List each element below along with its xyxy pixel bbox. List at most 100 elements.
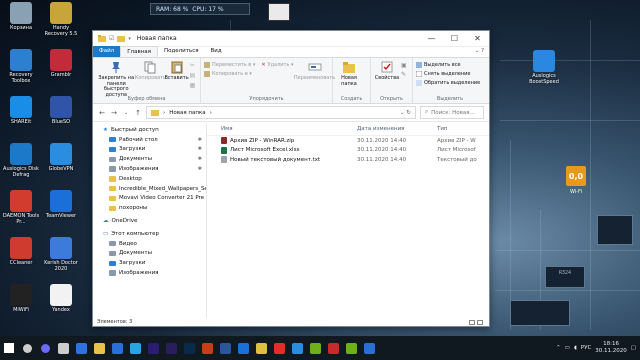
address-path-field[interactable]: › Новая папка › ⌄ ↻ xyxy=(146,106,416,119)
taskbar-powerpoint-button[interactable] xyxy=(198,336,216,360)
recent-chevron-icon[interactable]: ⌄ xyxy=(122,110,130,116)
desktop-icon[interactable]: Gramblr xyxy=(42,49,80,89)
tab-share[interactable]: Поделиться xyxy=(158,46,205,57)
taskbar-app-blue-button[interactable] xyxy=(108,336,126,360)
minimize-button[interactable]: — xyxy=(420,31,443,47)
select-none-button[interactable]: Снять выделение xyxy=(416,69,484,78)
path-segment[interactable]: Новая папка xyxy=(169,110,205,116)
taskbar-torrent-button[interactable] xyxy=(342,336,360,360)
taskbar-acrobat-button[interactable] xyxy=(324,336,342,360)
file-row[interactable]: Лист Microsoft Excel.xlsx 30.11.2020 14:4… xyxy=(207,146,489,156)
desktop-icon[interactable]: MiWiFi xyxy=(2,284,40,324)
chevron-down-icon[interactable]: ▾ xyxy=(128,36,131,42)
clock[interactable]: 18:16 30.11.2020 xyxy=(595,341,627,355)
open-icon[interactable]: ▣ xyxy=(401,62,407,69)
taskbar-chrome-button[interactable] xyxy=(252,336,270,360)
taskbar-yandex-button[interactable] xyxy=(270,336,288,360)
pin-icon[interactable]: ✱ xyxy=(198,146,202,152)
desktop-icon[interactable]: Kerish Doctor 2020 xyxy=(42,237,80,277)
desktop-icon[interactable]: Auslogics Disk Defrag xyxy=(2,143,40,183)
taskbar-search-button[interactable] xyxy=(18,336,36,360)
nav-item[interactable]: Рабочий стол ✱ xyxy=(93,135,206,145)
nav-item[interactable]: Видео xyxy=(93,239,206,249)
taskbar-photoshop-button[interactable] xyxy=(180,336,198,360)
taskbar-media-button[interactable] xyxy=(72,336,90,360)
nav-item[interactable]: Загрузки ✱ xyxy=(93,145,206,155)
pin-quick-access-button[interactable]: Закрепить на панели быстрого доступа xyxy=(96,60,136,98)
nav-this-pc[interactable]: ▭ Этот компьютер xyxy=(93,229,206,239)
taskbar-cortana-button[interactable] xyxy=(36,336,54,360)
copy-path-icon[interactable]: ▤ xyxy=(190,72,197,79)
taskbar-nvidia-button[interactable] xyxy=(306,336,324,360)
desktop-file-icon[interactable] xyxy=(268,3,290,21)
help-icon[interactable]: ⌄ ? xyxy=(470,46,489,57)
column-name[interactable]: Имя xyxy=(207,126,357,132)
nav-item[interactable]: Movavi Video Converter 21 Pre xyxy=(93,194,206,204)
nav-item[interactable]: Загрузки xyxy=(93,258,206,268)
taskbar-vpn-button[interactable] xyxy=(360,336,378,360)
nav-item[interactable]: Изображения xyxy=(93,268,206,278)
nav-item[interactable]: Изображения ✱ xyxy=(93,164,206,174)
properties-qa-icon[interactable]: ☑ xyxy=(109,35,114,42)
taskbar-explorer-button[interactable] xyxy=(90,336,108,360)
cut-icon[interactable]: ✂ xyxy=(190,62,197,69)
rename-button[interactable]: Переименовать xyxy=(294,60,335,82)
volume-icon[interactable]: ◖ xyxy=(574,345,577,351)
properties-button[interactable]: Свойства xyxy=(374,60,400,82)
desktop-icon[interactable]: Auslogics BoostSpeed xyxy=(525,50,563,90)
edit-icon[interactable]: ✎ xyxy=(401,71,407,78)
network-icon[interactable]: ▭ xyxy=(565,345,570,351)
tab-view[interactable]: Вид xyxy=(205,46,228,57)
taskbar-word-button[interactable] xyxy=(216,336,234,360)
notifications-icon[interactable]: ▢ xyxy=(631,345,636,351)
pin-icon[interactable]: ✱ xyxy=(198,137,202,143)
delete-button[interactable]: ✕ Удалить ▾ xyxy=(261,60,293,69)
copy-to-button[interactable]: Копировать в ▾ xyxy=(204,69,255,78)
desktop-icon[interactable]: Корзина xyxy=(2,2,40,42)
nav-item[interactable]: Incredible_Mixed_Wallpapers_Se xyxy=(93,184,206,194)
taskbar-wifi-tool-button[interactable] xyxy=(234,336,252,360)
nav-quick-access[interactable]: ★ Быстрый доступ xyxy=(93,125,206,135)
close-button[interactable]: ✕ xyxy=(466,31,489,47)
copy-button[interactable]: Копировать xyxy=(135,60,166,98)
up-arrow-icon[interactable]: ↑ xyxy=(134,109,142,117)
taskbar-after-effects-button[interactable] xyxy=(144,336,162,360)
taskbar-task-view-button[interactable] xyxy=(54,336,72,360)
desktop-icon[interactable]: BlueSO xyxy=(42,96,80,136)
pin-icon[interactable]: ✱ xyxy=(198,166,202,172)
details-view-icon[interactable] xyxy=(469,319,475,325)
paste-button[interactable]: Вставить xyxy=(164,60,189,98)
taskbar-edge-button[interactable] xyxy=(288,336,306,360)
desktop-icon[interactable]: GlobeVPN xyxy=(42,143,80,183)
tiles-view-icon[interactable] xyxy=(477,319,483,325)
new-folder-button[interactable]: Новая папка xyxy=(336,60,362,87)
network-gauge[interactable]: 0,0 xyxy=(566,166,586,186)
desktop-icon[interactable]: Handy Recovery 5.5 xyxy=(42,2,80,42)
move-to-button[interactable]: Переместить в ▾ xyxy=(204,60,255,69)
refresh-icon[interactable]: ⌄ ↻ xyxy=(400,110,411,116)
system-monitor-widget[interactable]: RAM: 68 % CPU: 17 % xyxy=(150,3,250,15)
tab-home[interactable]: Главная xyxy=(120,46,158,57)
search-input[interactable]: ⌕ Поиск: Новая... xyxy=(420,106,484,119)
explorer-window[interactable]: ☑ ▾ Новая папка — ☐ ✕ Файл Главная Подел… xyxy=(92,30,490,327)
file-row[interactable]: Новый текстовый документ.txt 30.11.2020 1… xyxy=(207,155,489,165)
desktop-icon[interactable]: Recovery Toolbox xyxy=(2,49,40,89)
file-row[interactable]: Архив ZIP - WinRAR.zip 30.11.2020 14:40 Ар… xyxy=(207,136,489,146)
taskbar-premiere-button[interactable] xyxy=(162,336,180,360)
nav-item[interactable]: Документы xyxy=(93,249,206,259)
nav-onedrive[interactable]: ☁ OneDrive xyxy=(93,216,206,226)
nav-item[interactable]: Desktop xyxy=(93,174,206,184)
taskbar-start-button[interactable] xyxy=(0,336,18,360)
column-type[interactable]: Тип xyxy=(437,126,489,132)
taskbar-telegram-button[interactable] xyxy=(126,336,144,360)
invert-selection-button[interactable]: Обратить выделение xyxy=(416,78,484,87)
select-all-button[interactable]: Выделить все xyxy=(416,60,484,69)
tab-file[interactable]: Файл xyxy=(93,46,121,57)
chevron-up-icon[interactable]: ⌃ xyxy=(556,345,561,351)
desktop-icon[interactable]: TeamViewer xyxy=(42,190,80,230)
desktop-icon[interactable]: DAEMON Tools Pr... xyxy=(2,190,40,230)
nav-item[interactable]: Документы ✱ xyxy=(93,154,206,164)
paste-shortcut-icon[interactable]: ▦ xyxy=(190,82,197,89)
back-arrow-icon[interactable]: ← xyxy=(98,109,106,117)
column-date[interactable]: Дата изменения xyxy=(357,126,437,132)
